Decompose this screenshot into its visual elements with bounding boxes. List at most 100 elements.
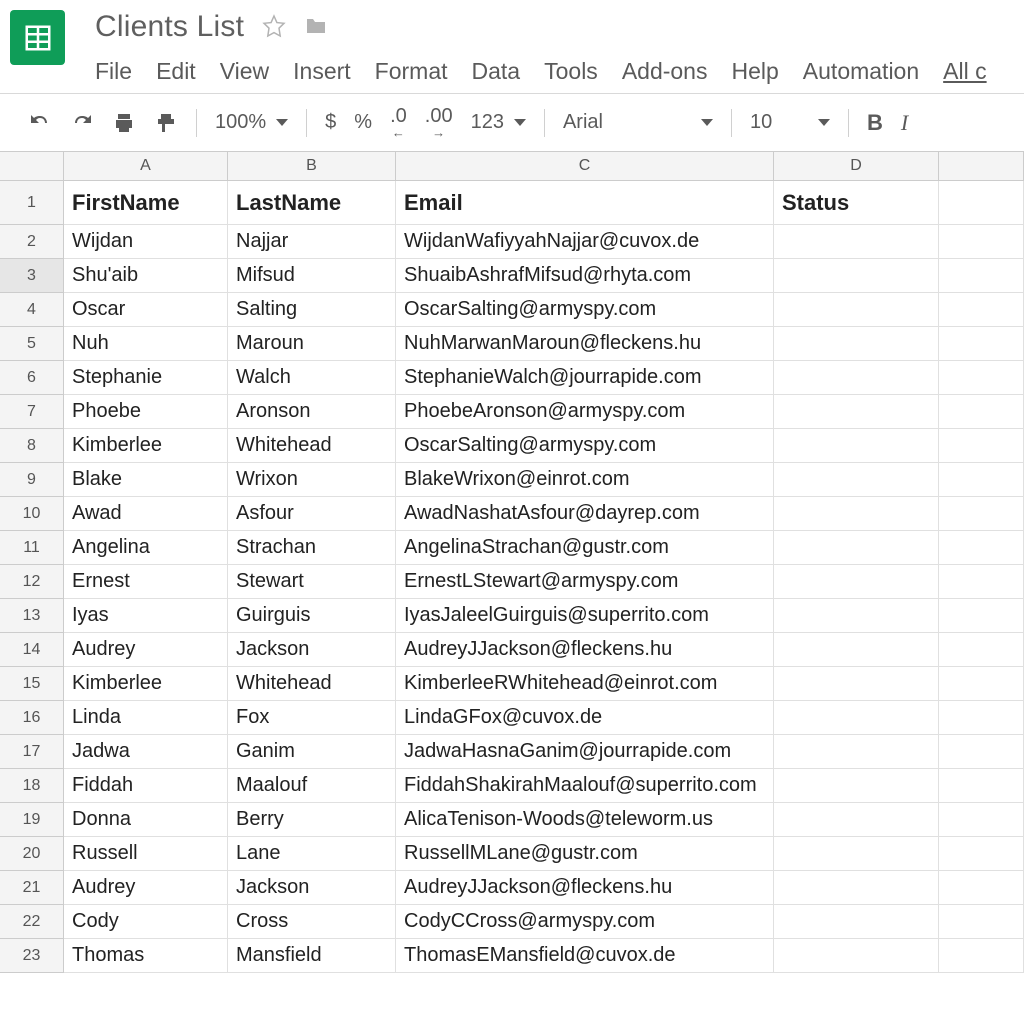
cell[interactable] [774,395,939,429]
cell[interactable] [774,429,939,463]
cell[interactable] [774,837,939,871]
cell[interactable] [939,769,1024,803]
row-header[interactable]: 10 [0,497,64,531]
cell[interactable] [939,701,1024,735]
cell[interactable] [939,361,1024,395]
cell[interactable] [774,701,939,735]
cell[interactable] [774,735,939,769]
row-header[interactable]: 5 [0,327,64,361]
cell[interactable] [939,871,1024,905]
row-header[interactable]: 20 [0,837,64,871]
cell[interactable]: Donna [64,803,228,837]
cell[interactable]: Blake [64,463,228,497]
row-header[interactable]: 9 [0,463,64,497]
cell[interactable] [774,633,939,667]
menu-help[interactable]: Help [731,58,778,85]
cell[interactable]: IyasJaleelGuirguis@superrito.com [396,599,774,633]
cell[interactable]: Guirguis [228,599,396,633]
cell[interactable]: Audrey [64,633,228,667]
cell[interactable]: Thomas [64,939,228,973]
row-header[interactable]: 19 [0,803,64,837]
cell[interactable] [774,259,939,293]
cell[interactable]: ShuaibAshrafMifsud@rhyta.com [396,259,774,293]
row-header[interactable]: 23 [0,939,64,973]
cell[interactable]: ThomasEMansfield@cuvox.de [396,939,774,973]
row-header[interactable]: 4 [0,293,64,327]
cell[interactable]: Walch [228,361,396,395]
column-header-e[interactable] [939,151,1024,181]
cell[interactable] [939,293,1024,327]
cell[interactable]: BlakeWrixon@einrot.com [396,463,774,497]
cell[interactable]: Linda [64,701,228,735]
cell[interactable]: KimberleeRWhitehead@einrot.com [396,667,774,701]
row-header[interactable]: 15 [0,667,64,701]
cell[interactable]: FirstName [64,181,228,225]
cell[interactable] [774,565,939,599]
paint-format-button[interactable] [154,111,178,135]
cell[interactable] [939,395,1024,429]
cell[interactable]: LindaGFox@cuvox.de [396,701,774,735]
cell[interactable] [939,259,1024,293]
cell[interactable]: Stewart [228,565,396,599]
font-family-dropdown[interactable]: Arial [563,111,713,134]
menu-all-c[interactable]: All c [943,58,986,85]
cell[interactable]: Jadwa [64,735,228,769]
cell[interactable] [939,497,1024,531]
menu-tools[interactable]: Tools [544,58,598,85]
menu-insert[interactable]: Insert [293,58,351,85]
cell[interactable]: LastName [228,181,396,225]
cell[interactable] [939,463,1024,497]
cell[interactable]: Salting [228,293,396,327]
cell[interactable]: Whitehead [228,429,396,463]
cell[interactable]: Iyas [64,599,228,633]
cell[interactable] [939,429,1024,463]
cell[interactable]: Strachan [228,531,396,565]
menu-add-ons[interactable]: Add-ons [622,58,708,85]
cell[interactable]: AlicaTenison-Woods@teleworm.us [396,803,774,837]
cell[interactable]: Cross [228,905,396,939]
cell[interactable] [774,667,939,701]
cell[interactable]: Kimberlee [64,667,228,701]
undo-button[interactable] [28,111,52,135]
font-size-dropdown[interactable]: 10 [750,111,830,134]
cell[interactable]: Whitehead [228,667,396,701]
cell[interactable]: Maalouf [228,769,396,803]
cell[interactable]: OscarSalting@armyspy.com [396,293,774,327]
row-header[interactable]: 11 [0,531,64,565]
cell[interactable]: Aronson [228,395,396,429]
cell[interactable]: Stephanie [64,361,228,395]
row-header[interactable]: 18 [0,769,64,803]
cell[interactable] [939,837,1024,871]
cell[interactable] [774,803,939,837]
row-header[interactable]: 7 [0,395,64,429]
cell[interactable] [939,599,1024,633]
cell[interactable]: Shu'aib [64,259,228,293]
cell[interactable]: Wijdan [64,225,228,259]
document-title[interactable]: Clients List [95,10,244,44]
cell[interactable] [939,565,1024,599]
cell[interactable]: Asfour [228,497,396,531]
menu-view[interactable]: View [220,58,269,85]
row-header[interactable]: 12 [0,565,64,599]
cell[interactable]: Berry [228,803,396,837]
row-header[interactable]: 8 [0,429,64,463]
cell[interactable]: Oscar [64,293,228,327]
zoom-dropdown[interactable]: 100% [215,111,288,134]
number-format-dropdown[interactable]: 123 [471,111,526,134]
cell[interactable]: Awad [64,497,228,531]
cell[interactable] [939,181,1024,225]
cell[interactable] [939,905,1024,939]
cell[interactable]: AngelinaStrachan@gustr.com [396,531,774,565]
cell[interactable] [774,225,939,259]
cell[interactable] [939,531,1024,565]
row-header[interactable]: 1 [0,181,64,225]
cell[interactable] [939,667,1024,701]
cell[interactable]: Mifsud [228,259,396,293]
cell[interactable] [939,633,1024,667]
sheets-logo[interactable] [10,10,65,65]
cell[interactable] [939,803,1024,837]
cell[interactable] [939,735,1024,769]
cell[interactable] [774,361,939,395]
select-all-corner[interactable] [0,151,64,181]
cell[interactable]: Jackson [228,633,396,667]
